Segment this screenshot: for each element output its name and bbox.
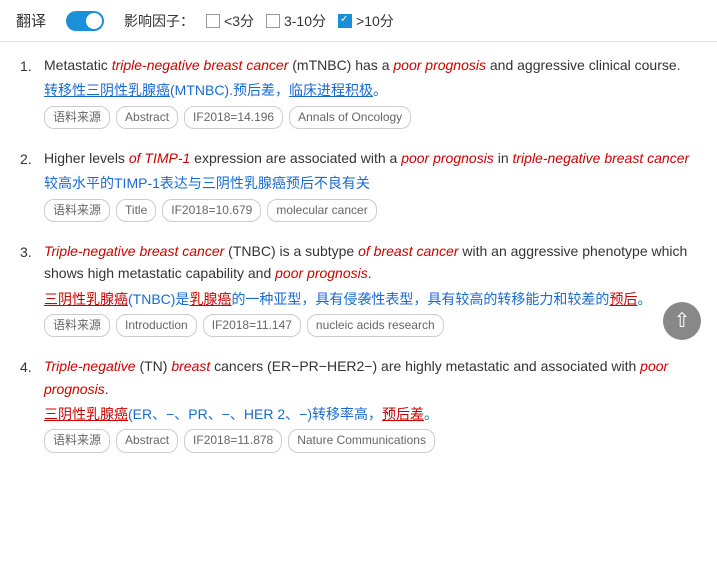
highlight-2c: triple-negative breast cancer: [513, 150, 690, 166]
content-wrapper: 1. Metastatic triple-negative breast can…: [0, 42, 717, 483]
highlight-3b: of breast cancer: [358, 243, 458, 259]
en-text-4: Triple-negative (TN) breast cancers (ER−…: [44, 355, 697, 400]
zh-span-4d: 。: [424, 406, 438, 422]
item-row-1: 1. Metastatic triple-negative breast can…: [20, 54, 697, 129]
filter-3to10[interactable]: 3-10分: [266, 11, 326, 31]
item-number-2: 2.: [20, 147, 44, 170]
en-text-1: Metastatic triple-negative breast cancer…: [44, 54, 697, 76]
tag-source-1[interactable]: 语料来源: [44, 106, 110, 129]
tag-journal-2[interactable]: molecular cancer: [267, 199, 376, 222]
tag-title-2[interactable]: Title: [116, 199, 156, 222]
zh-span-4c: 预后差: [382, 406, 424, 422]
toggle-thumb: [86, 13, 102, 29]
zh-text-2: 较高水平的TIMP-1表达与三阴性乳腺癌预后不良有关: [44, 172, 697, 194]
filter-3to10-label: 3-10分: [284, 11, 326, 31]
highlight-2b: poor prognosis: [401, 150, 494, 166]
item-content-3: Triple-negative breast cancer (TNBC) is …: [44, 240, 697, 337]
tags-2: 语料来源 Title IF2018=10.679 molecular cance…: [44, 199, 697, 222]
result-item-3: 3. Triple-negative breast cancer (TNBC) …: [20, 240, 697, 337]
highlight-4a: Triple-negative: [44, 358, 136, 374]
item-content-4: Triple-negative (TN) breast cancers (ER−…: [44, 355, 697, 452]
tag-journal-3[interactable]: nucleic acids research: [307, 314, 444, 337]
translate-label: 翻译: [16, 10, 46, 31]
zh-text-3: 三阴性乳腺癌(TNBC)是乳腺癌的一种亚型，具有侵袭性表型，具有较高的转移能力和…: [44, 288, 697, 310]
tags-1: 语料来源 Abstract IF2018=14.196 Annals of On…: [44, 106, 697, 129]
item-row-3: 3. Triple-negative breast cancer (TNBC) …: [20, 240, 697, 337]
filter-lt3[interactable]: <3分: [206, 11, 254, 31]
item-row-2: 2. Higher levels of TIMP-1 expression ar…: [20, 147, 697, 222]
zh-text-4: 三阴性乳腺癌(ER、−、PR、−、HER 2、−)转移率高，预后差。: [44, 403, 697, 425]
scroll-top-icon: ⇧: [674, 311, 691, 331]
highlight-2: poor prognosis: [393, 57, 486, 73]
highlight-4b: breast: [171, 358, 210, 374]
highlight-3a: Triple-negative breast cancer: [44, 243, 224, 259]
highlight-2a: of TIMP-1: [129, 150, 190, 166]
item-content-1: Metastatic triple-negative breast cancer…: [44, 54, 697, 129]
zh-text-1: 转移性三阴性乳腺癌(MTNBC).预后差，临床进程积极。: [44, 79, 697, 101]
tag-abstract-4[interactable]: Abstract: [116, 429, 178, 452]
zh-span-1: 转移性三阴性乳腺癌: [44, 82, 170, 98]
checkbox-3to10[interactable]: [266, 14, 280, 28]
tag-source-2[interactable]: 语料来源: [44, 199, 110, 222]
zh-span-3f: 。: [637, 291, 651, 307]
item-row-4: 4. Triple-negative (TN) breast cancers (…: [20, 355, 697, 452]
zh-span-4a: 三阴性乳腺癌: [44, 406, 128, 422]
checkbox-lt3[interactable]: [206, 14, 220, 28]
toggle-track: [66, 11, 104, 31]
tags-4: 语料来源 Abstract IF2018=11.878 Nature Commu…: [44, 429, 697, 452]
tag-abstract-1[interactable]: Abstract: [116, 106, 178, 129]
zh-span-3b: (TNBC)是: [128, 291, 189, 307]
filter-section: 影响因子： <3分 3-10分 >10分: [124, 11, 394, 31]
result-item-4: 4. Triple-negative (TN) breast cancers (…: [20, 355, 697, 452]
highlight-3c: poor prognosis: [275, 265, 368, 281]
result-item-1: 1. Metastatic triple-negative breast can…: [20, 54, 697, 129]
item-number-1: 1.: [20, 54, 44, 77]
toolbar: 翻译 影响因子： <3分 3-10分 >10分: [0, 0, 717, 42]
result-item-2: 2. Higher levels of TIMP-1 expression ar…: [20, 147, 697, 222]
zh-span-2: 临床进程积极: [289, 82, 373, 98]
filter-lt3-label: <3分: [224, 11, 254, 31]
results-list: 1. Metastatic triple-negative breast can…: [0, 42, 717, 483]
en-text-3: Triple-negative breast cancer (TNBC) is …: [44, 240, 697, 285]
highlight-4c: poor prognosis: [44, 358, 668, 396]
tags-3: 语料来源 Introduction IF2018=11.147 nucleic …: [44, 314, 697, 337]
tag-journal-1[interactable]: Annals of Oncology: [289, 106, 411, 129]
zh-span-4b: (ER、−、PR、−、HER 2、−)转移率高，: [128, 406, 382, 422]
checkbox-gt10[interactable]: [338, 14, 352, 28]
tag-journal-4[interactable]: Nature Communications: [288, 429, 435, 452]
item-number-4: 4.: [20, 355, 44, 378]
zh-span-3d: 的一种亚型，具有侵袭性表型，具有较高的转移能力和较差的: [231, 291, 609, 307]
tag-if-4: IF2018=11.878: [184, 429, 282, 452]
tag-source-4[interactable]: 语料来源: [44, 429, 110, 452]
translate-toggle[interactable]: [66, 11, 104, 31]
filter-label: 影响因子：: [124, 11, 194, 31]
zh-span-3e: 预后: [609, 291, 637, 307]
zh-span-3c: 乳腺癌: [189, 291, 231, 307]
item-number-3: 3.: [20, 240, 44, 263]
tag-if-3: IF2018=11.147: [203, 314, 301, 337]
highlight-1: triple-negative breast cancer: [112, 57, 289, 73]
tag-if-2: IF2018=10.679: [162, 199, 261, 222]
en-text-2: Higher levels of TIMP-1 expression are a…: [44, 147, 697, 169]
filter-gt10[interactable]: >10分: [338, 11, 394, 31]
tag-source-3[interactable]: 语料来源: [44, 314, 110, 337]
tag-if-1: IF2018=14.196: [184, 106, 283, 129]
scroll-top-button[interactable]: ⇧: [663, 302, 701, 340]
zh-span-3a: 三阴性乳腺癌: [44, 291, 128, 307]
item-content-2: Higher levels of TIMP-1 expression are a…: [44, 147, 697, 222]
filter-gt10-label: >10分: [356, 11, 394, 31]
tag-intro-3[interactable]: Introduction: [116, 314, 197, 337]
